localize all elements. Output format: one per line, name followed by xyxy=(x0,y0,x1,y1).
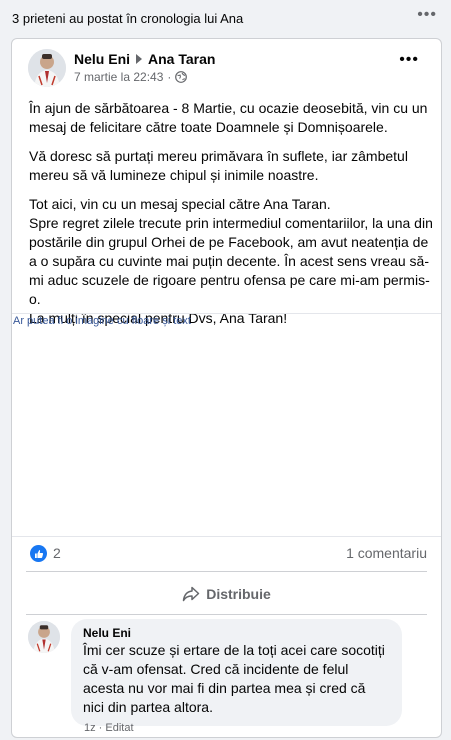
comments-count[interactable]: 1 comentariu xyxy=(346,545,427,561)
image-alt-text: Ar putea fi o imagine cu floare și text xyxy=(13,315,191,327)
divider xyxy=(26,571,427,572)
timeline-notice-text: 3 prieteni au postat în cronologia lui A… xyxy=(12,11,244,26)
share-button[interactable]: Distribuie xyxy=(12,577,441,611)
more-horizontal-icon[interactable]: ••• xyxy=(417,6,437,24)
share-label: Distribuie xyxy=(206,586,271,602)
post-card: Nelu Eni Ana Taran 7 martie la 22:43 · •… xyxy=(11,38,442,738)
share-icon xyxy=(182,586,200,602)
comment-text: Îmi cer scuze și ertare de la toți acei … xyxy=(83,642,385,715)
divider xyxy=(26,614,427,615)
timeline-notice-bar: 3 prieteni au postat în cronologia lui A… xyxy=(0,0,451,36)
globe-icon xyxy=(175,71,188,83)
commenter-avatar[interactable] xyxy=(28,621,60,653)
post-header: Nelu Eni Ana Taran 7 martie la 22:43 · •… xyxy=(12,39,441,97)
like-count[interactable]: 2 xyxy=(53,545,61,561)
post-paragraph: În ajun de sărbătoarea - 8 Martie, cu oc… xyxy=(29,100,428,135)
post-paragraph: Tot aici, vin cu un mesaj special către … xyxy=(29,196,433,326)
comment-meta[interactable]: 1z · Editat xyxy=(84,722,134,734)
author-avatar[interactable] xyxy=(28,49,66,87)
arrow-right-icon xyxy=(136,54,143,64)
reactions-bar: 2 1 comentariu xyxy=(12,537,441,571)
meta-separator: · xyxy=(167,70,172,84)
target-name-link[interactable]: Ana Taran xyxy=(148,51,215,67)
post-timestamp[interactable]: 7 martie la 22:43 xyxy=(74,70,163,84)
author-name-link[interactable]: Nelu Eni xyxy=(74,51,130,67)
post-author-line: Nelu Eni Ana Taran xyxy=(74,51,215,67)
like-icon[interactable] xyxy=(30,545,47,562)
post-paragraph: Vă doresc să purtați mereu primăvara în … xyxy=(29,148,408,183)
thumbs-up-icon xyxy=(34,549,43,558)
commenter-name[interactable]: Nelu Eni xyxy=(83,626,390,640)
post-meta: 7 martie la 22:43 · xyxy=(74,70,188,84)
post-options-icon[interactable]: ••• xyxy=(399,51,419,69)
avatar-image xyxy=(28,49,66,87)
post-text: În ajun de sărbătoarea - 8 Martie, cu oc… xyxy=(29,99,434,328)
post-image[interactable]: Ar putea fi o imagine cu floare și text xyxy=(12,313,441,537)
avatar-image xyxy=(28,621,60,653)
comment-bubble: Nelu Eni Îmi cer scuze și ertare de la t… xyxy=(71,619,402,726)
